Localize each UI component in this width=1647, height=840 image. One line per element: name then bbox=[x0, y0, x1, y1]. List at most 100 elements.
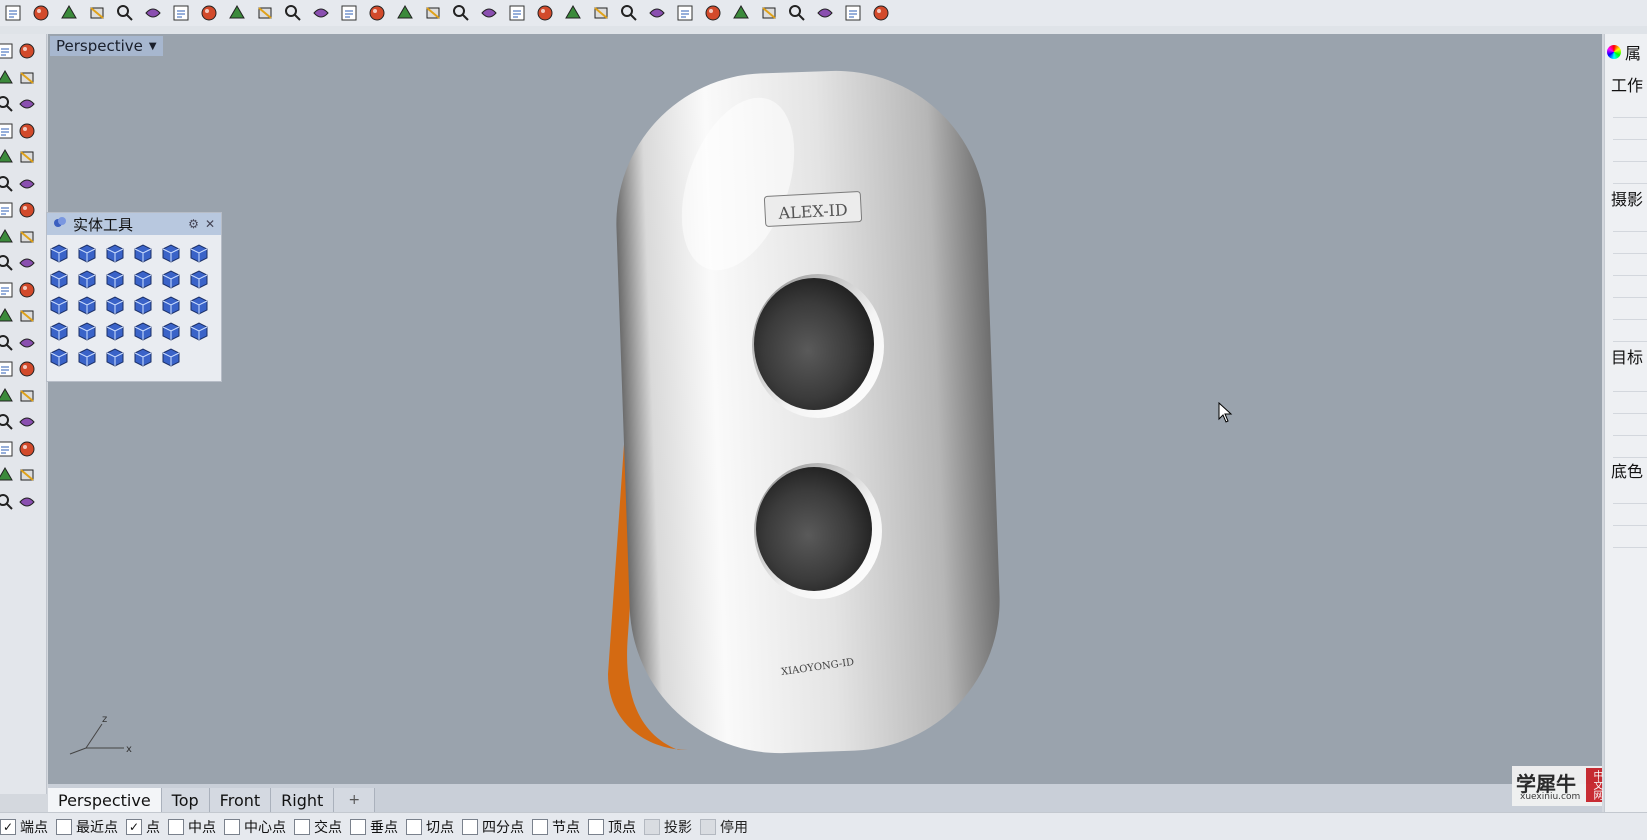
osnap-checkbox[interactable] bbox=[406, 818, 422, 835]
solid-tool-icon[interactable] bbox=[47, 345, 71, 369]
solid-tool-icon[interactable] bbox=[159, 319, 183, 343]
solid-tool-icon[interactable] bbox=[131, 241, 155, 265]
osnap-checkbox[interactable] bbox=[644, 818, 660, 835]
solid-tool-icon[interactable] bbox=[75, 293, 99, 317]
left-tool-icon[interactable] bbox=[16, 120, 38, 142]
light-icon[interactable] bbox=[590, 2, 612, 24]
solid-tool-icon[interactable] bbox=[75, 319, 99, 343]
osnap-item[interactable]: ✓ 端点 bbox=[0, 817, 48, 837]
left-tool-icon[interactable] bbox=[0, 120, 16, 142]
osnap-checkbox[interactable] bbox=[588, 818, 604, 835]
left-tool-icon[interactable] bbox=[16, 279, 38, 301]
product-model[interactable]: ALEX-ID XIAOYONG-ID bbox=[48, 34, 1602, 784]
solid-tool-icon[interactable] bbox=[47, 319, 71, 343]
solid-tool-icon[interactable] bbox=[159, 293, 183, 317]
save-icon[interactable] bbox=[58, 2, 80, 24]
left-tool-icon[interactable] bbox=[0, 93, 16, 115]
osnap-item[interactable]: 中点 bbox=[168, 817, 216, 837]
zoom-extents-icon[interactable] bbox=[366, 2, 388, 24]
lock-icon[interactable] bbox=[618, 2, 640, 24]
cplane-icon[interactable] bbox=[534, 2, 556, 24]
left-tool-icon[interactable] bbox=[16, 40, 38, 62]
osnap-item[interactable]: 切点 bbox=[406, 817, 454, 837]
add-viewport-tab[interactable]: + bbox=[334, 788, 376, 812]
solid-tool-icon[interactable] bbox=[47, 241, 71, 265]
left-tool-icon[interactable] bbox=[0, 464, 16, 486]
left-tool-icon[interactable] bbox=[16, 199, 38, 221]
tab-top[interactable]: Top bbox=[161, 788, 210, 812]
property-row[interactable] bbox=[1613, 140, 1647, 162]
osnap-item[interactable]: 顶点 bbox=[588, 817, 636, 837]
solid-tool-icon[interactable] bbox=[47, 293, 71, 317]
solid-tool-icon[interactable] bbox=[103, 293, 127, 317]
left-tool-icon[interactable] bbox=[0, 252, 16, 274]
solid-tool-icon[interactable] bbox=[187, 241, 211, 265]
left-tool-icon[interactable] bbox=[0, 199, 16, 221]
import-icon[interactable] bbox=[114, 2, 136, 24]
solid-tool-icon[interactable] bbox=[187, 319, 211, 343]
tab-right[interactable]: Right bbox=[271, 788, 335, 812]
solid-tool-icon[interactable] bbox=[75, 345, 99, 369]
zoom-window-icon[interactable] bbox=[338, 2, 360, 24]
new-icon[interactable] bbox=[2, 2, 24, 24]
property-row[interactable] bbox=[1613, 320, 1647, 342]
print-icon[interactable] bbox=[86, 2, 108, 24]
osnap-checkbox[interactable] bbox=[294, 818, 310, 835]
left-tool-icon[interactable] bbox=[0, 385, 16, 407]
left-tool-icon[interactable] bbox=[0, 146, 16, 168]
solid-tool-icon[interactable] bbox=[103, 319, 127, 343]
select-filter-icon[interactable] bbox=[786, 2, 808, 24]
left-tool-icon[interactable] bbox=[0, 173, 16, 195]
osnap-checkbox[interactable] bbox=[350, 818, 366, 835]
pan-hand-icon[interactable] bbox=[254, 2, 276, 24]
open-folder-icon[interactable] bbox=[30, 2, 52, 24]
left-tool-icon[interactable] bbox=[16, 332, 38, 354]
solid-tool-icon[interactable] bbox=[187, 293, 211, 317]
solid-tool-icon[interactable] bbox=[103, 345, 127, 369]
left-tool-icon[interactable] bbox=[0, 67, 16, 89]
left-tool-icon[interactable] bbox=[16, 67, 38, 89]
property-row[interactable] bbox=[1613, 414, 1647, 436]
property-row[interactable] bbox=[1613, 254, 1647, 276]
osnap-item[interactable]: 中心点 bbox=[224, 817, 286, 837]
solid-tool-icon[interactable] bbox=[75, 267, 99, 291]
solid-tool-icon[interactable] bbox=[159, 241, 183, 265]
copy-icon[interactable] bbox=[170, 2, 192, 24]
property-row[interactable] bbox=[1613, 232, 1647, 254]
property-row[interactable] bbox=[1613, 118, 1647, 140]
tab-perspective[interactable]: Perspective bbox=[48, 788, 162, 812]
osnap-item[interactable]: ✓ 点 bbox=[126, 817, 160, 837]
property-row[interactable] bbox=[1613, 210, 1647, 232]
left-tool-icon[interactable] bbox=[16, 226, 38, 248]
left-tool-icon[interactable] bbox=[16, 411, 38, 433]
left-tool-icon[interactable] bbox=[16, 438, 38, 460]
left-tool-icon[interactable] bbox=[0, 491, 16, 513]
left-tool-icon[interactable] bbox=[16, 491, 38, 513]
osnap-checkbox[interactable] bbox=[462, 818, 478, 835]
osnap-checkbox[interactable]: ✓ bbox=[126, 818, 142, 835]
osnap-item[interactable]: 最近点 bbox=[56, 817, 118, 837]
solid-tool-icon[interactable] bbox=[131, 293, 155, 317]
solid-tool-icon[interactable] bbox=[47, 267, 71, 291]
left-tool-icon[interactable] bbox=[0, 305, 16, 327]
property-row[interactable] bbox=[1613, 504, 1647, 526]
solid-tools-floating-toolbar[interactable]: 实体工具 ⚙ ✕ bbox=[46, 212, 222, 382]
left-tool-icon[interactable] bbox=[16, 252, 38, 274]
left-tool-icon[interactable] bbox=[0, 226, 16, 248]
property-row[interactable] bbox=[1613, 96, 1647, 118]
property-row[interactable] bbox=[1613, 276, 1647, 298]
rotate-view-icon[interactable] bbox=[282, 2, 304, 24]
osnap-checkbox[interactable] bbox=[168, 818, 184, 835]
gear-icon[interactable]: ⚙ bbox=[188, 217, 199, 231]
osnap-checkbox[interactable] bbox=[56, 818, 72, 835]
left-tool-icon[interactable] bbox=[0, 40, 16, 62]
material-icon[interactable] bbox=[646, 2, 668, 24]
solid-tool-icon[interactable] bbox=[159, 267, 183, 291]
osnap-checkbox[interactable]: ✓ bbox=[0, 818, 16, 835]
paste-icon[interactable] bbox=[198, 2, 220, 24]
undo-icon[interactable] bbox=[226, 2, 248, 24]
left-tool-icon[interactable] bbox=[16, 93, 38, 115]
perspective-viewport[interactable]: Perspective ▼ ALEX-ID XIAOYONG-ID z x bbox=[48, 34, 1602, 784]
dimension-icon[interactable] bbox=[842, 2, 864, 24]
solid-tool-icon[interactable] bbox=[103, 267, 127, 291]
